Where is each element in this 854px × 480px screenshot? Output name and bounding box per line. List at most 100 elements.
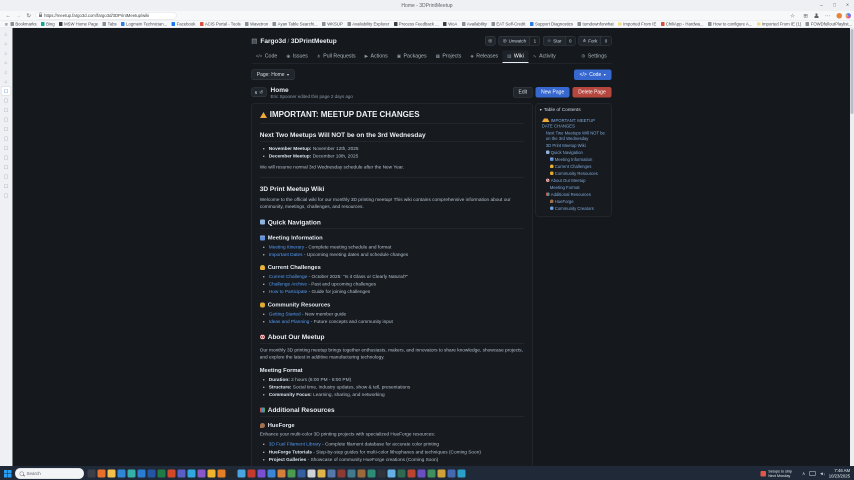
bookmark-item[interactable]: MSW Home Page [59, 22, 98, 27]
taskbar-app-icon[interactable] [248, 470, 256, 478]
profile-person-icon[interactable] [814, 13, 819, 18]
vertical-tab[interactable]: ▢ [2, 154, 11, 162]
taskbar-app-icon[interactable] [208, 470, 216, 478]
wiki-link[interactable]: Current Challenge [269, 274, 308, 280]
taskbar-app-icon[interactable] [178, 470, 186, 478]
vertical-tab[interactable]: ⌂ [2, 40, 11, 48]
tab-pull-requests[interactable]: ⋔Pull Requests [312, 51, 360, 64]
taskbar-app-icon[interactable] [428, 470, 436, 478]
speaker-icon[interactable]: ◄) [819, 471, 824, 476]
revisions-button[interactable]: 6 ↺ [251, 88, 266, 98]
taskbar-app-icon[interactable] [238, 470, 246, 478]
taskbar-app-icon[interactable] [88, 470, 96, 478]
taskbar-app-icon[interactable] [308, 470, 316, 478]
toc-item[interactable]: HueForge [540, 199, 607, 205]
bookmark-item[interactable]: Availability [462, 22, 487, 27]
tab-wiki[interactable]: ▤Wiki [503, 51, 529, 64]
tab-settings[interactable]: ⚙Settings [577, 51, 612, 64]
taskbar-app-icon[interactable] [218, 470, 226, 478]
bookmark-item[interactable]: Bing [41, 22, 55, 27]
taskbar-app-icon[interactable] [318, 470, 326, 478]
vertical-tab[interactable]: ▢ [2, 116, 11, 124]
chevron-down-icon[interactable]: ▾ [540, 107, 542, 112]
bookmark-item[interactable]: WKSUP [322, 22, 343, 27]
taskbar-app-icon[interactable] [128, 470, 136, 478]
tab-projects[interactable]: ▦Projects [431, 51, 466, 64]
minimize-icon[interactable]: – [815, 0, 828, 11]
taskbar-app-icon[interactable] [148, 470, 156, 478]
bookmark-item[interactable]: ChiliApp - Hardwa... [661, 22, 704, 27]
vertical-tab[interactable]: ▢ [2, 135, 11, 143]
vertical-tab[interactable]: ▢ [2, 182, 11, 190]
bookmark-item[interactable]: Wavetron [245, 22, 268, 27]
toc-item[interactable]: Current Challenges [540, 164, 607, 170]
bookmark-item[interactable]: Ayan Table Searchi... [273, 22, 318, 27]
taskbar-app-icon[interactable] [418, 470, 426, 478]
taskbar-app-icon[interactable] [198, 470, 206, 478]
vertical-tab[interactable]: ▢ [2, 144, 11, 152]
taskbar-app-icon[interactable] [438, 470, 446, 478]
unwatch-button[interactable]: ◎Unwatch1 [499, 36, 540, 46]
edit-button[interactable]: Edit [513, 87, 533, 98]
wiki-link[interactable]: Ideas and Planning [269, 319, 310, 325]
page-selector-dropdown[interactable]: Page: Home▾ [251, 70, 294, 81]
wiki-link[interactable]: Challenge Archive [269, 282, 307, 288]
repo-title[interactable]: Fargo3d/3DPrintMeetup [260, 37, 336, 45]
taskbar-app-icon[interactable] [278, 470, 286, 478]
start-button-icon[interactable] [4, 470, 12, 478]
taskbar-app-icon[interactable] [398, 470, 406, 478]
count-badge[interactable]: 1 [530, 37, 540, 46]
toc-item[interactable]: IMPORTANT: MEETUP DATE CHANGES [540, 115, 607, 129]
taskbar-app-icon[interactable] [298, 470, 306, 478]
bookmark-item[interactable]: Imported From IE (1) [757, 22, 801, 27]
back-icon[interactable]: ← [6, 13, 12, 19]
bookmark-item[interactable]: EAT Self-Credit [491, 22, 525, 27]
wiki-link[interactable]: Meeting Itinerary [269, 244, 304, 250]
toc-item[interactable]: Community Creators [540, 206, 607, 212]
vertical-tab[interactable]: ⌂ [2, 78, 11, 86]
wiki-link[interactable]: How to Participate [269, 289, 308, 295]
taskbar-app-icon[interactable] [368, 470, 376, 478]
vertical-tab[interactable]: ⌂ [2, 49, 11, 57]
count-badge[interactable]: 0 [601, 37, 611, 46]
taskbar-app-icon[interactable] [138, 470, 146, 478]
vertical-tab[interactable]: ▢ [2, 173, 11, 181]
bookmark-item[interactable]: How to configure A... [708, 22, 752, 27]
vertical-tab[interactable]: ▢ [2, 106, 11, 114]
taskbar-app-icon[interactable] [98, 470, 106, 478]
bookmark-item[interactable]: Imported From IE [618, 22, 656, 27]
taskbar-app-icon[interactable] [188, 470, 196, 478]
taskbar-app-icon[interactable] [358, 470, 366, 478]
new-page-button[interactable]: New Page [536, 87, 570, 98]
favorite-star-icon[interactable]: ☆ [790, 12, 795, 19]
vertical-tab[interactable]: ▢ [2, 125, 11, 133]
fork-button[interactable]: ⋔Fork0 [578, 36, 611, 46]
bookmark-item[interactable]: Availability Explorer [347, 22, 389, 27]
tab-issues[interactable]: ◉Issues [282, 51, 313, 64]
more-options-icon[interactable]: ⋯ [825, 12, 831, 19]
display-icon[interactable] [809, 471, 815, 476]
address-bar[interactable]: https://meetup.fargo3d.com/fargo3d/3DPri… [36, 12, 177, 20]
taskbar-app-icon[interactable] [168, 470, 176, 478]
taskbar-app-icon[interactable] [328, 470, 336, 478]
toc-item[interactable]: Additional Resources [540, 192, 607, 198]
taskbar-app-icon[interactable] [288, 470, 296, 478]
forward-icon[interactable]: → [16, 13, 22, 19]
tab-actions[interactable]: ▶Actions [360, 51, 392, 64]
close-icon[interactable]: × [841, 0, 854, 11]
tab-activity[interactable]: ∿Activity [528, 51, 560, 64]
vertical-tab[interactable]: ▢ [2, 87, 11, 95]
split-screen-icon[interactable]: ⊞ [803, 12, 808, 19]
taskbar-app-icon[interactable] [158, 470, 166, 478]
wiki-link[interactable]: Important Dates [269, 252, 303, 258]
wiki-link[interactable]: 3D Fuel Filament Library [269, 442, 321, 448]
taskbar-app-icon[interactable] [268, 470, 276, 478]
taskbar-app-icon[interactable] [388, 470, 396, 478]
bookmark-item[interactable]: Tabs [103, 22, 117, 27]
bookmark-item[interactable]: Bookmarks [10, 22, 36, 27]
toc-item[interactable]: 3D Print Meetup Wiki [540, 143, 607, 149]
taskbar-app-icon[interactable] [118, 470, 126, 478]
toc-item[interactable]: Quick Navigation [540, 150, 607, 156]
vertical-tab[interactable]: ⌂ [2, 68, 11, 76]
maximize-icon[interactable]: □ [828, 0, 841, 11]
